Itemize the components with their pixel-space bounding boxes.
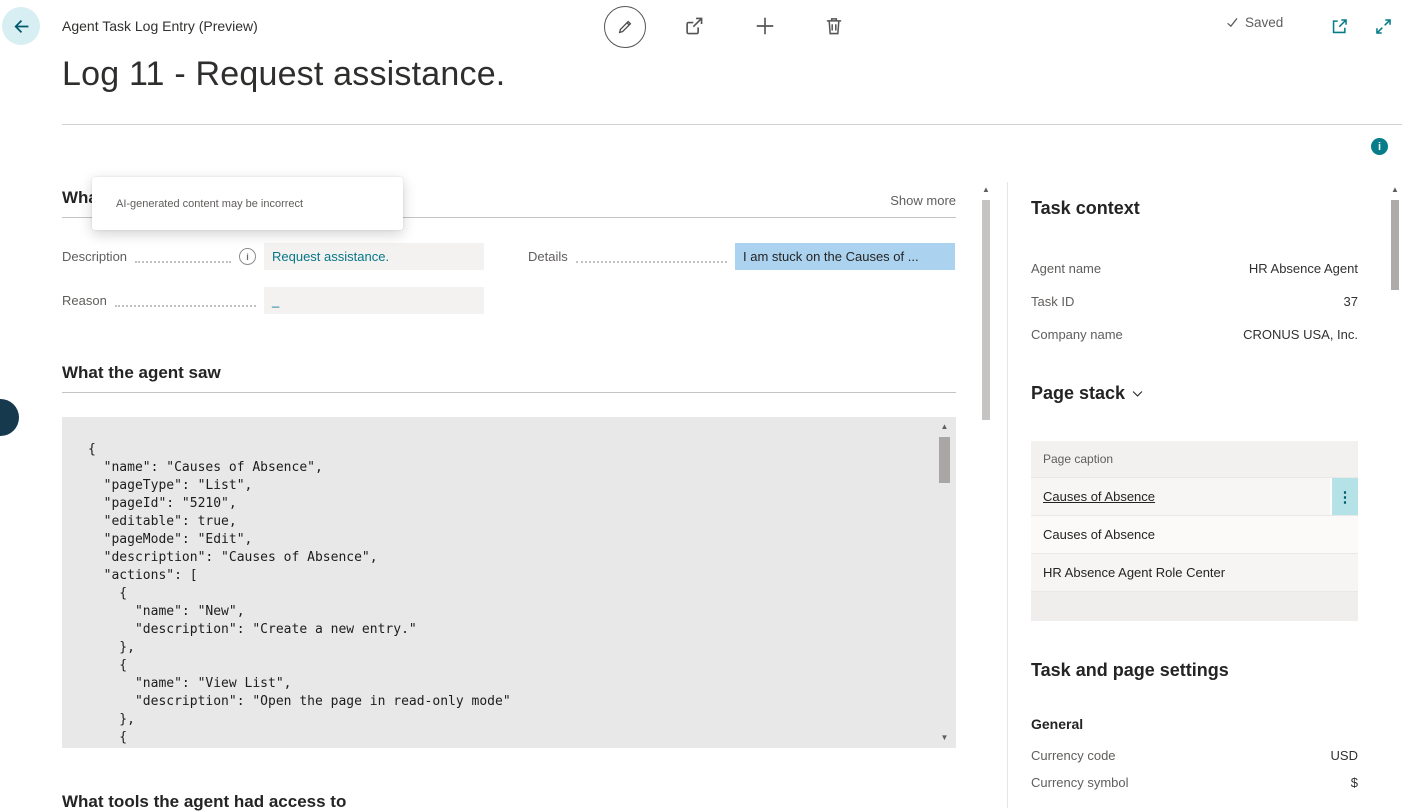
- back-arrow-icon: [13, 18, 30, 35]
- trash-icon: [823, 15, 845, 37]
- page-stack-header[interactable]: Page stack: [1031, 383, 1144, 404]
- scroll-up-icon[interactable]: ▲: [1388, 184, 1402, 196]
- fact-row: Company name CRONUS USA, Inc.: [1031, 318, 1358, 351]
- page-stack-row-link[interactable]: Causes of Absence: [1043, 489, 1155, 504]
- agent-name-label: Agent name: [1031, 261, 1102, 276]
- table-row[interactable]: Causes of Absence ⋮: [1031, 478, 1358, 516]
- details-label: Details: [528, 249, 568, 264]
- tools-section-heading: What tools the agent had access to: [62, 792, 347, 811]
- task-id-link[interactable]: 37: [1344, 294, 1358, 309]
- table-row-empty: [1031, 592, 1358, 621]
- currency-code-value: USD: [1330, 748, 1358, 763]
- currency-symbol-value: $: [1350, 775, 1358, 790]
- plus-icon: [754, 15, 776, 37]
- currency-code-label: Currency code: [1031, 748, 1116, 763]
- task-id-label: Task ID: [1031, 294, 1075, 309]
- page-stack-heading: Page stack: [1031, 383, 1126, 403]
- page-stack-table: Page caption Causes of Absence ⋮ Causes …: [1031, 441, 1358, 621]
- dotted-leader: [575, 260, 727, 263]
- settings-rows: Currency code USD Currency symbol $: [1031, 742, 1358, 796]
- share-button[interactable]: [683, 15, 705, 37]
- row-ellipsis-icon[interactable]: ⋮: [1330, 478, 1358, 515]
- fact-row: Agent name HR Absence Agent: [1031, 252, 1358, 285]
- side-pane-handle[interactable]: [0, 399, 19, 436]
- description-input[interactable]: Request assistance.: [264, 243, 484, 270]
- fact-row: Currency code USD: [1031, 742, 1358, 769]
- pencil-icon: [617, 19, 633, 35]
- details-input[interactable]: I am stuck on the Causes of ...: [735, 243, 955, 270]
- agent-saw-code-viewer[interactable]: { "name": "Causes of Absence", "pageType…: [62, 417, 956, 748]
- share-icon: [683, 15, 705, 37]
- settings-heading: Task and page settings: [1031, 660, 1229, 680]
- ai-disclaimer-tooltip: AI-generated content may be incorrect: [92, 177, 403, 230]
- title-divider: [62, 124, 1402, 125]
- field-info-icon[interactable]: i: [239, 248, 256, 265]
- agent-task-log-page: { "header": { "app_title": "Agent Task L…: [0, 0, 1424, 811]
- popout-icon: [1330, 17, 1349, 36]
- check-icon: [1226, 16, 1239, 29]
- details-value: I am stuck on the Causes of ...: [743, 249, 919, 264]
- main-scrollbar-thumb[interactable]: [982, 200, 990, 420]
- fact-row: Currency symbol $: [1031, 769, 1358, 796]
- dotted-leader: [135, 260, 231, 263]
- page-stack-row-label: HR Absence Agent Role Center: [1043, 565, 1226, 580]
- expand-icon: [1374, 17, 1393, 36]
- dotted-leader: [114, 304, 256, 307]
- info-icon[interactable]: i: [1371, 138, 1388, 155]
- new-button[interactable]: [754, 15, 776, 37]
- save-status-label: Saved: [1245, 15, 1284, 30]
- chevron-down-icon: [1131, 387, 1144, 400]
- reason-value: _: [272, 293, 280, 308]
- back-button[interactable]: [2, 7, 40, 45]
- show-more-button[interactable]: Show more: [890, 193, 956, 208]
- edit-button[interactable]: [604, 6, 646, 48]
- reason-input[interactable]: _: [264, 287, 484, 314]
- fact-row: Task ID 37: [1031, 285, 1358, 318]
- save-status: Saved: [1226, 15, 1283, 30]
- scroll-down-icon[interactable]: ▼: [937, 732, 952, 744]
- task-context-rows: Agent name HR Absence Agent Task ID 37 C…: [1031, 252, 1358, 351]
- company-name-value: CRONUS USA, Inc.: [1243, 327, 1358, 342]
- delete-button[interactable]: [823, 15, 845, 37]
- description-label: Description: [62, 249, 128, 264]
- agent-saw-header: What the agent saw: [62, 362, 956, 393]
- factbox-divider: [1007, 182, 1008, 808]
- agent-saw-heading: What the agent saw: [62, 363, 221, 382]
- details-field-row: Details I am stuck on the Causes of ...: [528, 243, 955, 270]
- company-name-label: Company name: [1031, 327, 1123, 342]
- reason-field-row: Reason _: [62, 287, 484, 314]
- code-scrollbar[interactable]: ▲ ▼: [937, 421, 952, 744]
- main-scrollbar[interactable]: ▲: [979, 184, 993, 808]
- factbox-scrollbar-thumb[interactable]: [1391, 200, 1399, 290]
- page-caption-column-header: Page caption: [1031, 441, 1358, 478]
- reason-label: Reason: [62, 293, 107, 308]
- scroll-up-icon[interactable]: ▲: [979, 184, 993, 196]
- expand-page-button[interactable]: [1374, 17, 1393, 36]
- description-value: Request assistance.: [272, 249, 390, 264]
- factbox-scrollbar[interactable]: ▲: [1388, 184, 1402, 808]
- task-context-heading: Task context: [1031, 198, 1140, 218]
- table-row[interactable]: HR Absence Agent Role Center: [1031, 554, 1358, 592]
- page-stack-row-label: Causes of Absence: [1043, 527, 1156, 542]
- agent-saw-code: { "name": "Causes of Absence", "pageType…: [88, 442, 511, 745]
- description-field-row: Description i Request assistance.: [62, 243, 484, 270]
- scroll-up-icon[interactable]: ▲: [937, 421, 952, 433]
- window-caption: Agent Task Log Entry (Preview): [62, 18, 258, 34]
- code-scrollbar-thumb[interactable]: [939, 437, 950, 483]
- table-row[interactable]: Causes of Absence: [1031, 516, 1358, 554]
- ai-disclaimer-text: AI-generated content may be incorrect: [116, 197, 304, 210]
- open-in-window-button[interactable]: [1330, 17, 1349, 36]
- general-group-label: General: [1031, 716, 1084, 732]
- page-title: Log 11 - Request assistance.: [62, 55, 506, 93]
- currency-symbol-label: Currency symbol: [1031, 775, 1129, 790]
- agent-name-link[interactable]: HR Absence Agent: [1249, 261, 1358, 276]
